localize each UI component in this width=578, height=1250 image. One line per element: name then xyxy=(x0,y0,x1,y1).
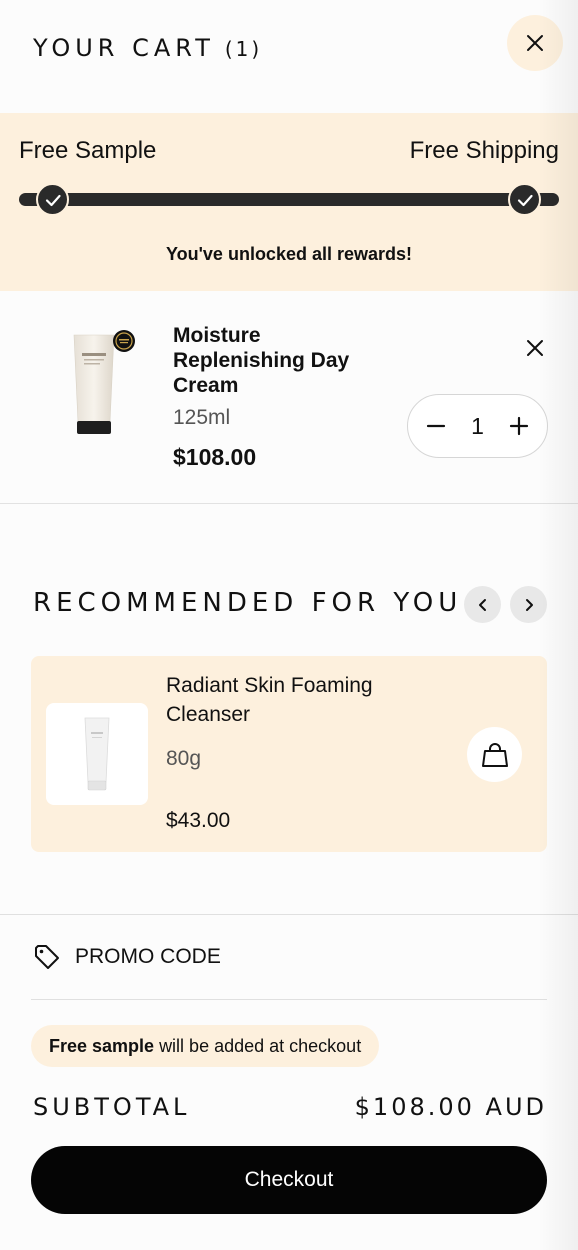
check-icon xyxy=(45,194,61,206)
close-cart-button[interactable] xyxy=(507,15,563,71)
free-shipping-milestone xyxy=(508,183,541,216)
recommended-product-card[interactable]: Radiant Skin Foaming Cleanser 80g $43.00 xyxy=(31,656,547,852)
free-sample-notice-text: will be added at checkout xyxy=(159,1035,362,1056)
chevron-right-icon xyxy=(525,598,533,611)
section-divider xyxy=(0,914,578,915)
checkout-button[interactable]: Checkout xyxy=(31,1146,547,1214)
carousel-prev-button[interactable] xyxy=(464,586,501,623)
cart-item-size: 125ml xyxy=(173,406,231,429)
promo-code-toggle[interactable]: PROMO CODE xyxy=(33,940,221,974)
cart-title: YOUR CART (1) xyxy=(33,34,262,62)
free-sample-notice: Free sample will be added at checkout xyxy=(31,1025,380,1067)
quantity-stepper: 1 xyxy=(407,394,548,458)
promo-divider xyxy=(31,999,547,1000)
quantity-value: 1 xyxy=(471,412,484,439)
subtotal-label: SUBTOTAL xyxy=(33,1093,191,1121)
promo-code-label: PROMO CODE xyxy=(75,945,221,968)
reward-free-sample: Free Sample xyxy=(19,137,157,164)
subtotal-value: $108.00 AUD xyxy=(354,1093,547,1121)
shopping-bag-icon xyxy=(481,742,508,767)
recommended-product-name[interactable]: Radiant Skin Foaming Cleanser xyxy=(166,671,426,729)
tag-icon xyxy=(35,945,59,969)
reward-free-shipping: Free Shipping xyxy=(409,137,559,164)
recommended-product-price: $43.00 xyxy=(166,809,231,832)
cart-item-price: $108.00 xyxy=(173,444,257,470)
chevron-left-icon xyxy=(478,598,486,611)
close-icon xyxy=(527,340,543,356)
cart-header: YOUR CART (1) xyxy=(0,0,578,113)
cart-title-text: YOUR CART xyxy=(33,34,215,62)
rewards-banner: Free Sample Free Shipping You've unlocke… xyxy=(0,113,578,291)
rewards-progress-bar xyxy=(19,193,559,206)
rewards-message: You've unlocked all rewards! xyxy=(165,244,413,264)
cart-line-item: Moisture Replenishing Day Cream 125ml $1… xyxy=(0,291,578,504)
free-sample-notice-bold: Free sample xyxy=(49,1035,155,1056)
recommended-product-image[interactable] xyxy=(46,703,148,805)
add-to-bag-button[interactable] xyxy=(467,727,522,782)
remove-item-button[interactable] xyxy=(520,333,550,363)
check-icon xyxy=(517,194,533,206)
carousel-next-button[interactable] xyxy=(510,586,547,623)
close-icon xyxy=(527,35,543,51)
cart-count: (1) xyxy=(224,37,263,61)
product-image[interactable] xyxy=(64,327,144,442)
recommended-product-size: 80g xyxy=(166,747,202,770)
cart-item-name[interactable]: Moisture Replenishing Day Cream xyxy=(173,323,383,398)
minus-icon xyxy=(426,424,446,428)
recommended-title: RECOMMENDED FOR YOU xyxy=(33,588,463,618)
cleanser-tube-image xyxy=(84,717,110,791)
decrease-quantity-button[interactable] xyxy=(424,414,448,438)
cart-drawer: YOUR CART (1) Free Sample Free Shipping Y… xyxy=(0,0,578,1250)
free-sample-milestone xyxy=(36,183,69,216)
plus-icon xyxy=(509,416,529,436)
increase-quantity-button[interactable] xyxy=(507,414,531,438)
